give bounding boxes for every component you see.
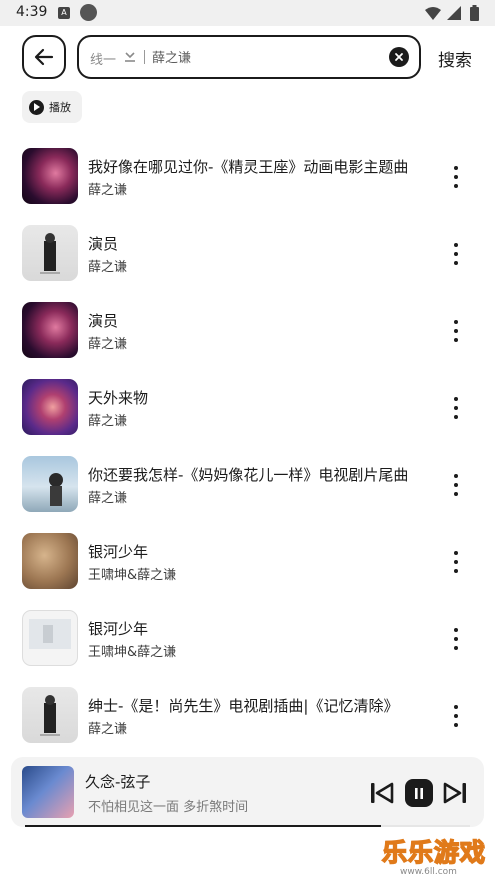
play-all-button[interactable]: 播放: [22, 91, 82, 123]
search-box[interactable]: 线一: [77, 35, 421, 79]
now-playing-title: 久念-弦子: [85, 773, 151, 791]
more-options-icon[interactable]: [446, 318, 466, 344]
notification-icon: A: [58, 7, 70, 19]
song-row[interactable]: 我好像在哪见过你-《精灵王座》动画电影主题曲 薛之谦: [0, 138, 495, 215]
next-button[interactable]: [443, 782, 467, 804]
song-row[interactable]: 天外来物 薛之谦: [0, 369, 495, 446]
more-options-icon[interactable]: [446, 626, 466, 652]
song-title: 绅士-《是！尚先生》电视剧插曲|《记忆清除》: [88, 697, 399, 715]
album-cover: [22, 302, 78, 358]
song-title: 演员: [88, 312, 119, 330]
album-cover: [22, 610, 78, 666]
playback-progress[interactable]: [25, 825, 470, 827]
song-title: 天外来物: [88, 389, 149, 407]
skip-next-icon: [443, 782, 466, 804]
album-cover: [22, 225, 78, 281]
play-all-label: 播放: [49, 101, 71, 114]
now-playing-cover: [22, 766, 74, 818]
watermark-url: www.6ll.com: [400, 867, 457, 877]
album-cover: [22, 687, 78, 743]
download-icon[interactable]: [124, 50, 136, 63]
battery-icon: [470, 5, 479, 21]
status-bar: 4:39 A: [0, 0, 495, 26]
song-title: 你还要我怎样-《妈妈像花儿一样》电视剧片尾曲: [88, 466, 409, 484]
album-cover: [22, 148, 78, 204]
route-label[interactable]: 线一: [90, 49, 116, 68]
song-artist: 王啸坤&薛之谦: [88, 568, 177, 583]
song-row[interactable]: 银河少年 王啸坤&薛之谦: [0, 523, 495, 600]
song-row[interactable]: 演员 薛之谦: [0, 292, 495, 369]
more-options-icon[interactable]: [446, 395, 466, 421]
now-playing-lyric: 不怕相见这一面 多折煞时间: [88, 800, 249, 815]
previous-button[interactable]: [370, 782, 394, 804]
song-artist: 薛之谦: [88, 414, 128, 429]
skip-previous-icon: [371, 782, 394, 804]
song-title: 银河少年: [88, 620, 149, 638]
more-options-icon[interactable]: [446, 241, 466, 267]
song-row[interactable]: 银河少年 王啸坤&薛之谦: [0, 600, 495, 677]
watermark-logo: 乐乐游戏 www.6ll.com: [380, 830, 495, 881]
album-cover: [22, 379, 78, 435]
record-dot-icon: [80, 4, 97, 21]
song-title: 银河少年: [88, 543, 149, 561]
status-time: 4:39: [16, 4, 48, 20]
song-artist: 薛之谦: [88, 722, 128, 737]
song-row[interactable]: 你还要我怎样-《妈妈像花儿一样》电视剧片尾曲 薛之谦: [0, 446, 495, 523]
close-circle-icon: [395, 53, 403, 61]
more-options-icon[interactable]: [446, 472, 466, 498]
more-options-icon[interactable]: [446, 549, 466, 575]
song-title: 我好像在哪见过你-《精灵王座》动画电影主题曲: [88, 158, 409, 176]
song-row[interactable]: 绅士-《是！尚先生》电视剧插曲|《记忆清除》 薛之谦: [0, 677, 495, 754]
song-title: 演员: [88, 235, 119, 253]
play-circle-icon: [29, 99, 44, 115]
pause-icon: [415, 787, 423, 799]
arrow-left-icon: [34, 48, 54, 66]
back-button[interactable]: [22, 35, 66, 79]
song-artist: 薛之谦: [88, 337, 128, 352]
search-input[interactable]: [152, 49, 372, 64]
pause-button[interactable]: [405, 779, 433, 807]
clear-search-button[interactable]: [389, 47, 409, 67]
album-cover: [22, 533, 78, 589]
watermark-text: 乐乐游戏: [381, 837, 487, 868]
song-artist: 薛之谦: [88, 491, 128, 506]
playback-progress-fill: [25, 825, 381, 827]
search-divider: [144, 50, 145, 64]
more-options-icon[interactable]: [446, 164, 466, 190]
search-button[interactable]: 搜索: [438, 46, 472, 71]
song-artist: 王啸坤&薛之谦: [88, 645, 177, 660]
album-cover: [22, 456, 78, 512]
song-row[interactable]: 演员 薛之谦: [0, 215, 495, 292]
now-playing-bar[interactable]: 久念-弦子 不怕相见这一面 多折煞时间: [11, 757, 484, 827]
song-artist: 薛之谦: [88, 260, 128, 275]
song-artist: 薛之谦: [88, 183, 128, 198]
signal-icon: [447, 6, 461, 20]
wifi-icon: [425, 7, 441, 20]
more-options-icon[interactable]: [446, 703, 466, 729]
